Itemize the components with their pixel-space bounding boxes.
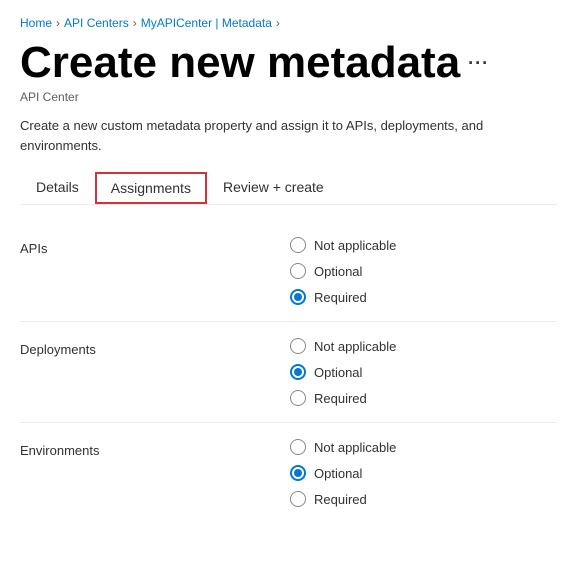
- environments-optional-label: Optional: [314, 466, 362, 481]
- environments-required[interactable]: Required: [290, 491, 396, 507]
- breadcrumb-sep-2: ›: [133, 16, 137, 30]
- tab-assignments[interactable]: Assignments: [95, 172, 207, 204]
- deployments-required-label: Required: [314, 391, 367, 406]
- environments-label: Environments: [20, 439, 160, 458]
- page-title-container: Create new metadata ···: [20, 38, 557, 88]
- environments-radio-group: Not applicable Optional Required: [290, 439, 396, 507]
- environments-optional[interactable]: Optional: [290, 465, 396, 481]
- breadcrumb-sep-3: ›: [276, 16, 280, 30]
- environments-optional-radio[interactable]: [290, 465, 306, 481]
- page-title: Create new metadata: [20, 38, 460, 88]
- deployments-optional-radio[interactable]: [290, 364, 306, 380]
- apis-required-radio[interactable]: [290, 289, 306, 305]
- apis-radio-group: Not applicable Optional Required: [290, 237, 396, 305]
- breadcrumb-myapicenter[interactable]: MyAPICenter | Metadata: [141, 16, 272, 30]
- deployments-label: Deployments: [20, 338, 160, 357]
- apis-optional[interactable]: Optional: [290, 263, 396, 279]
- apis-not-applicable[interactable]: Not applicable: [290, 237, 396, 253]
- apis-not-applicable-label: Not applicable: [314, 238, 396, 253]
- tab-bar: Details Assignments Review + create: [20, 171, 557, 205]
- apis-optional-label: Optional: [314, 264, 362, 279]
- page-description: Create a new custom metadata property an…: [20, 116, 557, 155]
- environments-not-applicable-radio[interactable]: [290, 439, 306, 455]
- environments-not-applicable-label: Not applicable: [314, 440, 396, 455]
- deployments-optional[interactable]: Optional: [290, 364, 396, 380]
- divider-1: [20, 321, 557, 322]
- apis-required[interactable]: Required: [290, 289, 396, 305]
- deployments-required-radio[interactable]: [290, 390, 306, 406]
- more-options-icon[interactable]: ···: [468, 53, 489, 74]
- environments-not-applicable[interactable]: Not applicable: [290, 439, 396, 455]
- tab-details[interactable]: Details: [20, 171, 95, 205]
- page-subtitle: API Center: [20, 90, 557, 104]
- deployments-radio-group: Not applicable Optional Required: [290, 338, 396, 406]
- assignments-form: APIs Not applicable Optional Required De…: [20, 225, 557, 519]
- deployments-group: Deployments Not applicable Optional Requ…: [20, 326, 557, 418]
- breadcrumb: Home › API Centers › MyAPICenter | Metad…: [20, 16, 557, 30]
- apis-label: APIs: [20, 237, 160, 256]
- apis-group: APIs Not applicable Optional Required: [20, 225, 557, 317]
- deployments-required[interactable]: Required: [290, 390, 396, 406]
- environments-required-radio[interactable]: [290, 491, 306, 507]
- deployments-not-applicable-radio[interactable]: [290, 338, 306, 354]
- environments-group: Environments Not applicable Optional Req…: [20, 427, 557, 519]
- divider-2: [20, 422, 557, 423]
- deployments-not-applicable-label: Not applicable: [314, 339, 396, 354]
- apis-optional-radio[interactable]: [290, 263, 306, 279]
- breadcrumb-sep-1: ›: [56, 16, 60, 30]
- breadcrumb-api-centers[interactable]: API Centers: [64, 16, 129, 30]
- deployments-optional-label: Optional: [314, 365, 362, 380]
- tab-review-create[interactable]: Review + create: [207, 171, 340, 205]
- apis-required-label: Required: [314, 290, 367, 305]
- apis-not-applicable-radio[interactable]: [290, 237, 306, 253]
- deployments-not-applicable[interactable]: Not applicable: [290, 338, 396, 354]
- environments-required-label: Required: [314, 492, 367, 507]
- breadcrumb-home[interactable]: Home: [20, 16, 52, 30]
